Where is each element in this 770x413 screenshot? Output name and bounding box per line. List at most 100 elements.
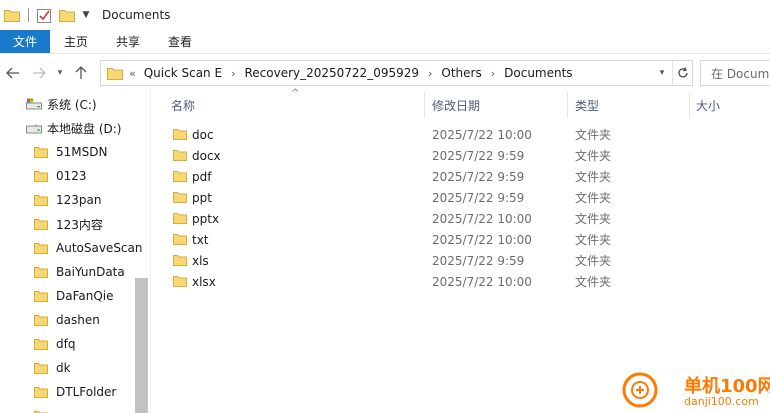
system-drive-icon xyxy=(26,98,42,110)
folder-icon xyxy=(34,147,48,158)
tab-share[interactable]: 共享 xyxy=(102,30,154,53)
file-type: 文件夹 xyxy=(575,191,612,205)
chevron-right-icon[interactable]: › xyxy=(491,67,495,80)
breadcrumb-item[interactable]: Others xyxy=(441,66,481,80)
sidebar-folder-label: AutoSaveScan xyxy=(56,241,143,255)
local-disk-icon xyxy=(26,125,42,134)
properties-checkmark-icon[interactable] xyxy=(37,8,51,23)
ribbon-tabs: 文件 主页 共享 查看 xyxy=(0,30,770,54)
breadcrumb-item[interactable]: Quick Scan E xyxy=(144,66,222,80)
sidebar-folder-label: 0123 xyxy=(56,169,87,183)
sidebar-folder-label: dfq xyxy=(56,337,76,351)
sidebar-folder-item[interactable]: DTLFolder xyxy=(34,380,116,404)
sidebar-folder-item-partial[interactable] xyxy=(34,404,56,413)
sidebar-folder-item[interactable]: dk xyxy=(34,356,71,380)
file-date: 2025/7/22 10:00 xyxy=(432,127,532,142)
file-type: 文件夹 xyxy=(575,128,612,142)
column-divider[interactable] xyxy=(689,92,690,118)
sidebar-item-drive-c[interactable]: 系统 (C:) xyxy=(26,92,97,116)
sidebar-item-drive-d[interactable]: 本地磁盘 (D:) xyxy=(26,116,121,140)
search-input[interactable]: 在 Documents 中搜索 xyxy=(700,60,770,86)
file-type: 文件夹 xyxy=(575,233,612,247)
folder-icon xyxy=(34,267,48,278)
folder-icon xyxy=(34,315,48,326)
file-name: pdf xyxy=(192,169,212,184)
column-divider[interactable] xyxy=(567,92,568,118)
file-type: 文件夹 xyxy=(575,170,612,184)
chevron-right-icon[interactable]: › xyxy=(428,67,432,80)
file-name: docx xyxy=(192,148,221,163)
folder-icon xyxy=(34,243,48,254)
sidebar-folder-item[interactable]: 123内容 xyxy=(34,212,103,236)
explorer-window: ▼ Documents 文件 主页 共享 查看 ▾ « Quick Scan E… xyxy=(0,0,770,413)
file-date: 2025/7/22 9:59 xyxy=(432,190,525,205)
back-arrow-icon[interactable] xyxy=(0,59,26,87)
sidebar-folder-label: DTLFolder xyxy=(56,385,117,399)
file-row[interactable]: pdf 2025/7/22 9:59 文件夹 xyxy=(151,166,770,187)
customize-quick-access-dropdown-icon[interactable]: ▼ xyxy=(80,8,92,22)
file-name: doc xyxy=(192,127,214,142)
folder-icon xyxy=(34,171,48,182)
tab-file[interactable]: 文件 xyxy=(0,30,50,53)
column-divider[interactable] xyxy=(424,92,425,118)
sidebar-scrollbar-thumb[interactable] xyxy=(135,278,148,413)
breadcrumb-item[interactable]: Documents xyxy=(504,66,572,80)
file-type: 文件夹 xyxy=(575,275,612,289)
file-date: 2025/7/22 10:00 xyxy=(432,211,532,226)
column-header-date[interactable]: 修改日期 xyxy=(432,88,480,122)
sidebar-folder-label: dk xyxy=(56,361,71,375)
sidebar-folder-item[interactable]: dfq xyxy=(34,332,75,356)
sidebar-folder-item[interactable]: 123pan xyxy=(34,188,101,212)
folder-icon xyxy=(107,67,123,80)
recent-locations-dropdown-icon[interactable]: ▾ xyxy=(52,59,68,87)
up-arrow-icon[interactable] xyxy=(68,59,94,87)
folder-icon xyxy=(34,363,48,374)
folder-icon xyxy=(34,291,48,302)
folder-icon xyxy=(34,339,48,350)
file-row[interactable]: docx 2025/7/22 9:59 文件夹 xyxy=(151,145,770,166)
column-header-type[interactable]: 类型 xyxy=(575,88,599,122)
file-type: 文件夹 xyxy=(575,254,612,268)
address-dropdown-icon[interactable]: ▾ xyxy=(654,61,670,85)
sidebar-folder-item[interactable]: 0123 xyxy=(34,164,87,188)
sidebar-folder-item[interactable]: DaFanQie xyxy=(34,284,114,308)
sidebar-folder-item[interactable]: BaiYunData xyxy=(34,260,125,284)
tab-home[interactable]: 主页 xyxy=(50,30,102,53)
folder-icon xyxy=(34,387,48,398)
sidebar-folder-label: 123内容 xyxy=(56,217,103,232)
sidebar-folder-item[interactable]: 51MSDN xyxy=(34,140,107,164)
file-date: 2025/7/22 10:00 xyxy=(432,274,532,289)
chevron-right-icon[interactable]: › xyxy=(231,67,235,80)
tab-view[interactable]: 查看 xyxy=(154,30,206,53)
column-header-name[interactable]: 名称 xyxy=(171,88,195,122)
navigation-pane: 系统 (C:) ◢ 本地磁盘 (D:) 51MSDN 0123 123pan 1… xyxy=(0,88,150,413)
file-row[interactable]: pptx 2025/7/22 10:00 文件夹 xyxy=(151,208,770,229)
file-row[interactable]: doc 2025/7/22 10:00 文件夹 xyxy=(151,124,770,145)
sidebar-folder-item[interactable]: dashen xyxy=(34,308,100,332)
quick-access-separator xyxy=(28,8,29,22)
breadcrumb-item[interactable]: Recovery_20250722_095929 xyxy=(244,66,419,80)
file-name: xls xyxy=(192,253,209,268)
file-row[interactable]: ppt 2025/7/22 9:59 文件夹 xyxy=(151,187,770,208)
address-bar[interactable]: « Quick Scan E › Recovery_20250722_09592… xyxy=(100,60,693,86)
new-folder-icon[interactable] xyxy=(59,9,75,22)
folder-icon[interactable] xyxy=(4,9,20,22)
file-row[interactable]: txt 2025/7/22 10:00 文件夹 xyxy=(151,229,770,250)
sidebar-item-label: 系统 (C:) xyxy=(47,97,97,112)
refresh-icon[interactable] xyxy=(672,61,692,85)
site-watermark: 单机100网 danji100.com xyxy=(618,368,770,413)
file-row[interactable]: xls 2025/7/22 9:59 文件夹 xyxy=(151,250,770,271)
watermark-url-text: danji100.com xyxy=(684,395,759,408)
file-row[interactable]: xlsx 2025/7/22 10:00 文件夹 xyxy=(151,271,770,292)
file-type: 文件夹 xyxy=(575,212,612,226)
sidebar-item-label: 本地磁盘 (D:) xyxy=(47,121,122,136)
file-name: ppt xyxy=(192,190,212,205)
sidebar-folder-item[interactable]: AutoSaveScan xyxy=(34,236,143,260)
sidebar-folder-label: DaFanQie xyxy=(56,289,114,303)
breadcrumb-overflow-icon[interactable]: « xyxy=(129,67,136,80)
sidebar-folder-label: 51MSDN xyxy=(56,145,108,159)
column-header-size[interactable]: 大小 xyxy=(696,88,720,122)
forward-arrow-icon[interactable] xyxy=(26,59,52,87)
folder-icon xyxy=(34,219,48,230)
sidebar-folder-label: BaiYunData xyxy=(56,265,125,279)
